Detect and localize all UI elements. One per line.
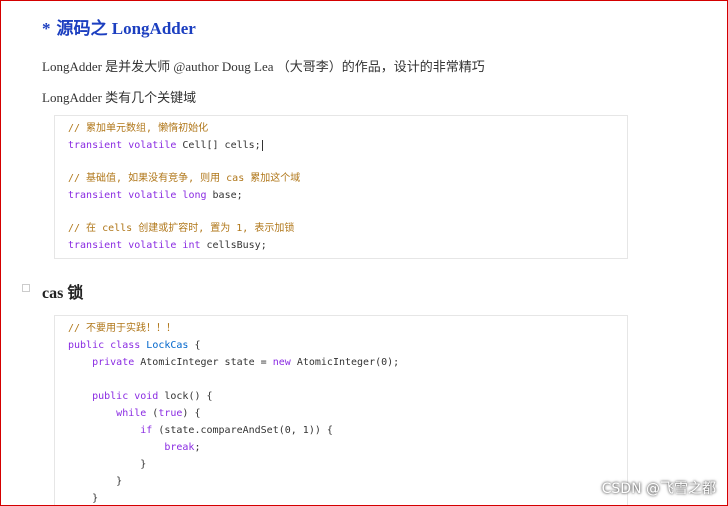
recording-frame xyxy=(0,0,728,506)
